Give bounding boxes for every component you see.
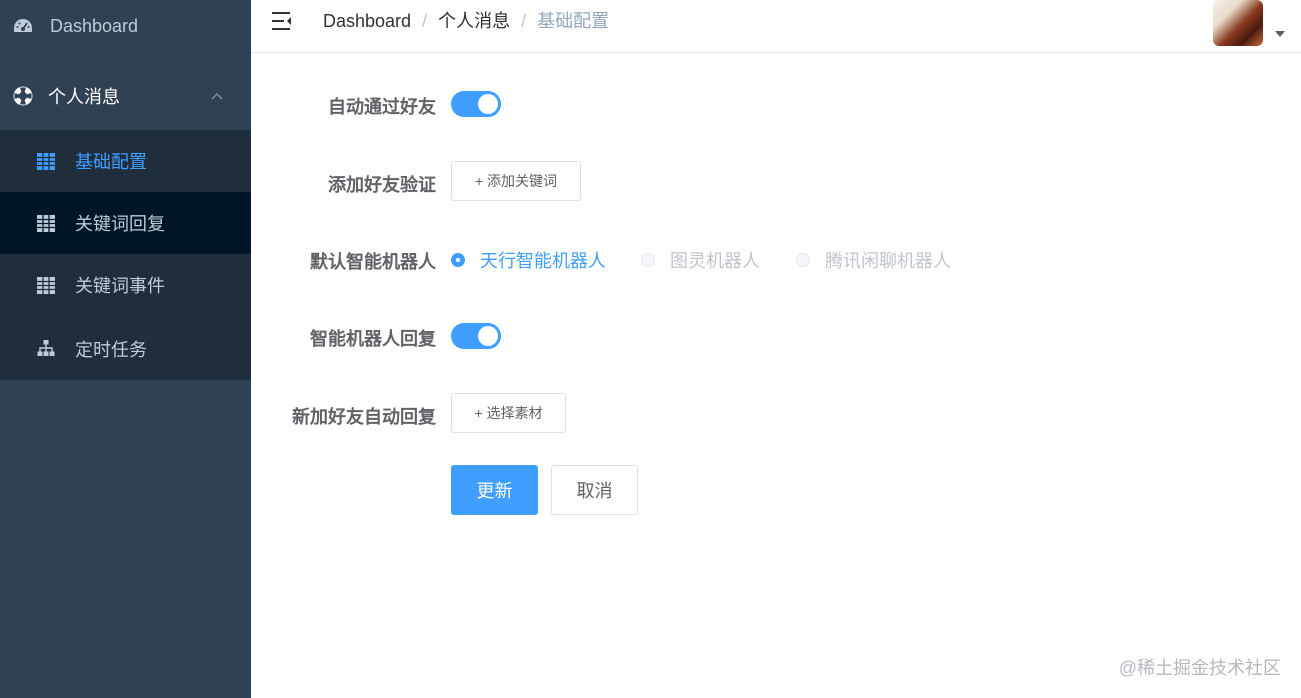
update-button[interactable]: 更新: [451, 465, 538, 515]
auto-accept-switch[interactable]: [451, 91, 501, 117]
sidebar-item-label: 关键词事件: [75, 276, 165, 296]
sidebar-item-scheduled-task[interactable]: 定时任务: [0, 317, 251, 380]
radio-label: 天行智能机器人: [480, 251, 606, 271]
hamburger-icon[interactable]: [271, 11, 293, 31]
verify-label: 添加好友验证: [328, 175, 436, 195]
robot-reply-switch[interactable]: [451, 323, 501, 349]
switch-knob: [478, 94, 498, 114]
sidebar-item-label: 定时任务: [75, 339, 147, 360]
sidebar-item-label: 关键词回复: [75, 214, 165, 234]
breadcrumb-item[interactable]: 个人消息: [438, 10, 510, 32]
sidebar-group-label: 个人消息: [48, 87, 120, 107]
breadcrumb-separator: /: [521, 11, 527, 31]
sidebar: Dashboard 个人消息 基础配置 关键词回复 关键词事件 定时任务: [0, 0, 251, 698]
breadcrumb: Dashboard / 个人消息 / 基础配置: [323, 10, 609, 32]
breadcrumb-separator: /: [422, 11, 428, 31]
sidebar-item-label: 基础配置: [75, 152, 147, 172]
table-icon: [37, 276, 55, 294]
navbar: Dashboard / 个人消息 / 基础配置: [251, 0, 1301, 53]
sidebar-item-keyword-event[interactable]: 关键词事件: [0, 254, 251, 316]
breadcrumb-current: 基础配置: [537, 11, 610, 31]
table-icon: [37, 214, 55, 232]
sidebar-item-label: Dashboard: [50, 15, 139, 36]
dashboard-icon: [13, 17, 33, 35]
radio-dot: [796, 253, 810, 267]
radio-label: 腾讯闲聊机器人: [825, 251, 951, 271]
tree-icon: [37, 339, 55, 357]
caret-down-icon[interactable]: [1275, 31, 1285, 37]
robot-label: 默认智能机器人: [310, 252, 436, 272]
switch-knob: [478, 326, 498, 346]
avatar[interactable]: [1213, 0, 1263, 46]
sidebar-item-basic-config[interactable]: 基础配置: [0, 130, 251, 192]
new-friend-label: 新加好友自动回复: [292, 407, 436, 427]
radio-label: 图灵机器人: [670, 251, 760, 271]
watermark: @稀土掘金技术社区: [1118, 658, 1281, 678]
sidebar-item-dashboard[interactable]: Dashboard: [0, 0, 251, 52]
radio-tianxing[interactable]: 天行智能机器人: [451, 247, 606, 273]
sidebar-item-keyword-reply[interactable]: 关键词回复: [0, 192, 251, 254]
select-material-button[interactable]: + 选择素材: [451, 393, 566, 433]
radio-dot: [641, 253, 655, 267]
add-keyword-button[interactable]: + 添加关键词: [451, 161, 581, 201]
radio-turing[interactable]: 图灵机器人: [641, 247, 760, 273]
table-icon: [37, 152, 55, 170]
breadcrumb-item[interactable]: Dashboard: [323, 10, 411, 32]
cancel-button[interactable]: 取消: [551, 465, 638, 515]
robot-reply-label: 智能机器人回复: [310, 329, 436, 349]
auto-accept-label: 自动通过好友: [328, 97, 436, 117]
sidebar-group-personal-messages[interactable]: 个人消息: [0, 65, 251, 127]
chevron-up-icon: [210, 91, 224, 101]
lifebuoy-icon: [12, 85, 33, 106]
radio-tencent[interactable]: 腾讯闲聊机器人: [796, 247, 951, 273]
radio-dot: [451, 253, 465, 267]
